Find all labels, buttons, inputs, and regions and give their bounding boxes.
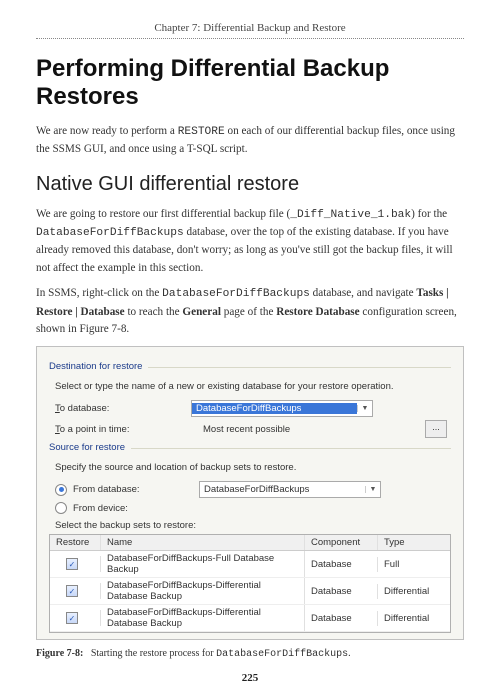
figure-label: Figure 7-8: bbox=[36, 648, 83, 659]
heading-main: Performing Differential Backup Restores bbox=[36, 55, 464, 111]
code-dbname: DatabaseForDiffBackups bbox=[162, 288, 310, 300]
restore-checkbox[interactable]: ✓ bbox=[66, 585, 78, 597]
text: database, and navigate bbox=[310, 287, 417, 299]
destination-hint: Select or type the name of a new or exis… bbox=[55, 381, 451, 392]
figure-caption: Figure 7-8: Starting the restore process… bbox=[36, 648, 464, 660]
col-component[interactable]: Component bbox=[305, 535, 378, 550]
figure-code: DatabaseForDiffBackups bbox=[216, 649, 348, 660]
from-device-radio[interactable] bbox=[55, 502, 67, 514]
heading-sub: Native GUI differential restore bbox=[36, 173, 464, 196]
dialog-name: Restore Database bbox=[276, 306, 359, 318]
cell-name: DatabaseForDiffBackups-Differential Data… bbox=[101, 605, 305, 631]
from-database-combo[interactable]: DatabaseForDiffBackups ▼ bbox=[199, 481, 381, 498]
text: page of the bbox=[221, 306, 276, 318]
page-name: General bbox=[182, 306, 221, 318]
code-filename: _Diff_Native_1.bak bbox=[290, 209, 411, 221]
from-database-label: From database: bbox=[73, 484, 193, 495]
restore-checkbox[interactable]: ✓ bbox=[66, 612, 78, 624]
select-sets-label: Select the backup sets to restore: bbox=[55, 520, 451, 531]
col-name[interactable]: Name bbox=[101, 535, 305, 550]
text: In SSMS, right-click on the bbox=[36, 287, 162, 299]
from-database-value: DatabaseForDiffBackups bbox=[200, 484, 365, 495]
from-database-row: From database: DatabaseForDiffBackups ▼ bbox=[55, 481, 451, 498]
dropdown-icon[interactable]: ▼ bbox=[357, 405, 372, 412]
paragraph-1: We are now ready to perform a RESTORE on… bbox=[36, 123, 464, 159]
source-hint: Specify the source and location of backu… bbox=[55, 462, 451, 473]
col-restore[interactable]: Restore bbox=[50, 535, 101, 550]
cell-component: Database bbox=[305, 584, 378, 599]
paragraph-3: In SSMS, right-click on the DatabaseForD… bbox=[36, 285, 464, 338]
page: Chapter 7: Differential Backup and Resto… bbox=[0, 0, 500, 700]
code-dbname: DatabaseForDiffBackups bbox=[36, 227, 184, 239]
point-in-time-browse-button[interactable]: ... bbox=[425, 420, 447, 438]
chapter-header: Chapter 7: Differential Backup and Resto… bbox=[36, 22, 464, 39]
cell-name: DatabaseForDiffBackups-Full Database Bac… bbox=[101, 551, 305, 577]
to-database-value: DatabaseForDiffBackups bbox=[192, 403, 357, 414]
dropdown-icon[interactable]: ▼ bbox=[365, 486, 380, 493]
source-group-label: Source for restore bbox=[49, 442, 131, 453]
cell-component: Database bbox=[305, 611, 378, 626]
destination-group: Destination for restore Select or type t… bbox=[49, 367, 451, 438]
to-database-label: To database: bbox=[55, 403, 185, 414]
restore-dialog-screenshot: Destination for restore Select or type t… bbox=[36, 346, 464, 640]
grid-header: Restore Name Component Type bbox=[50, 535, 450, 551]
from-database-radio[interactable] bbox=[55, 484, 67, 496]
cell-name: DatabaseForDiffBackups-Differential Data… bbox=[101, 578, 305, 604]
figure-text: . bbox=[348, 648, 351, 659]
table-row[interactable]: ✓ DatabaseForDiffBackups-Full Database B… bbox=[50, 551, 450, 578]
to-database-combo[interactable]: DatabaseForDiffBackups ▼ bbox=[191, 400, 373, 417]
col-type[interactable]: Type bbox=[378, 535, 450, 550]
text: We are now ready to perform a bbox=[36, 125, 178, 137]
paragraph-2: We are going to restore our first differ… bbox=[36, 206, 464, 277]
text: We are going to restore our first differ… bbox=[36, 208, 290, 220]
backup-sets-grid: Restore Name Component Type ✓ DatabaseFo… bbox=[49, 534, 451, 633]
point-in-time-label: To a point in time: bbox=[55, 424, 185, 435]
code-restore: RESTORE bbox=[178, 126, 225, 138]
destination-group-label: Destination for restore bbox=[49, 361, 148, 372]
from-device-row: From device: bbox=[55, 502, 451, 514]
cell-component: Database bbox=[305, 557, 378, 572]
point-in-time-row: To a point in time: Most recent possible… bbox=[55, 420, 451, 438]
to-database-row: To database: DatabaseForDiffBackups ▼ bbox=[55, 400, 451, 417]
text: ) for the bbox=[411, 208, 447, 220]
cell-type: Differential bbox=[378, 611, 450, 626]
figure-text: Starting the restore process for bbox=[91, 648, 216, 659]
point-in-time-value: Most recent possible bbox=[191, 424, 290, 435]
table-row[interactable]: ✓ DatabaseForDiffBackups-Differential Da… bbox=[50, 605, 450, 632]
cell-type: Full bbox=[378, 557, 450, 572]
cell-type: Differential bbox=[378, 584, 450, 599]
text: to reach the bbox=[125, 306, 183, 318]
from-device-label: From device: bbox=[73, 503, 193, 514]
restore-checkbox[interactable]: ✓ bbox=[66, 558, 78, 570]
page-number: 225 bbox=[36, 672, 464, 684]
source-group: Source for restore Specify the source an… bbox=[49, 448, 451, 633]
table-row[interactable]: ✓ DatabaseForDiffBackups-Differential Da… bbox=[50, 578, 450, 605]
